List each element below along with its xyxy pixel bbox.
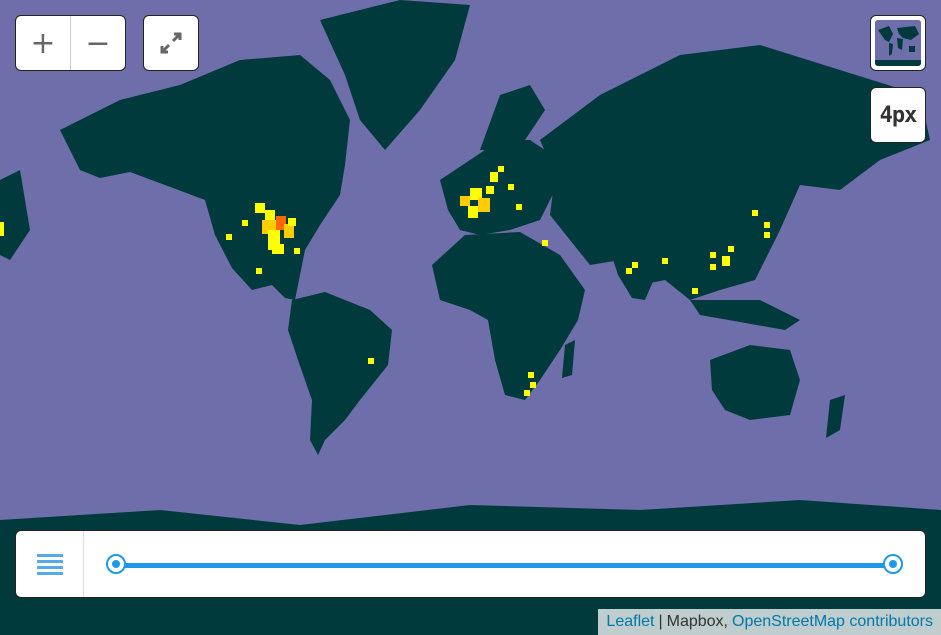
heatmap-cell <box>764 222 770 228</box>
heatmap-cell <box>728 246 734 252</box>
basemap-toggle-button[interactable] <box>870 15 926 71</box>
osm-link[interactable]: OpenStreetMap contributors <box>732 613 933 631</box>
heatmap-cell <box>524 390 530 396</box>
zoom-control: + − <box>15 15 126 71</box>
mapbox-credit: Mapbox, <box>666 613 728 630</box>
heatmap-cell <box>528 372 534 378</box>
timeline-slider[interactable] <box>84 531 925 597</box>
hamburger-menu-icon <box>36 554 63 575</box>
zoom-out-button[interactable]: − <box>70 16 125 70</box>
heatmap-cell <box>272 244 284 254</box>
heatmap-cell <box>486 186 494 194</box>
heatmap-cell <box>508 184 514 190</box>
heatmap-cell <box>0 222 4 236</box>
heatmap-cell <box>468 206 478 218</box>
heatmap-cell <box>255 203 265 213</box>
heatmap-cell <box>710 252 716 258</box>
heatmap-cell <box>256 268 262 274</box>
heatmap-cell <box>764 232 770 238</box>
timeline-menu-button[interactable] <box>16 531 84 597</box>
timeline-control <box>15 530 926 598</box>
heatmap-cell <box>692 288 698 294</box>
heatmap-cell <box>632 262 638 268</box>
leaflet-link[interactable]: Leaflet <box>606 613 654 631</box>
heatmap-cell <box>284 224 294 238</box>
heatmap-cell <box>265 210 275 220</box>
heatmap-cell <box>752 210 758 216</box>
attribution-separator: | <box>658 613 663 630</box>
attribution: Leaflet | Mapbox, OpenStreetMap contribu… <box>598 609 941 635</box>
heatmap-cell <box>662 258 668 264</box>
timeline-end-handle[interactable] <box>883 554 903 574</box>
fullscreen-button[interactable] <box>143 15 199 71</box>
heatmap-cell <box>626 268 632 274</box>
heatmap-cell <box>294 248 300 254</box>
heatmap-cell <box>516 204 522 210</box>
pixel-size-label: 4px <box>879 102 918 128</box>
heatmap-cell <box>242 220 248 226</box>
timeline-track[interactable] <box>116 563 893 568</box>
heatmap-cell <box>288 218 296 226</box>
heatmap-cell <box>460 196 470 206</box>
timeline-start-handle[interactable] <box>106 554 126 574</box>
heatmap-cell <box>226 234 232 240</box>
heatmap-cell <box>498 166 504 172</box>
heatmap-cell <box>490 172 498 182</box>
heatmap-cell <box>478 198 490 212</box>
heatmap-cell <box>530 382 536 388</box>
heatmap-cell <box>710 264 716 270</box>
heatmap-cell <box>368 358 374 364</box>
world-map-icon <box>875 20 921 66</box>
fullscreen-icon <box>160 32 182 54</box>
zoom-in-button[interactable]: + <box>16 16 70 70</box>
heatmap-cell <box>542 240 548 246</box>
pixel-size-button[interactable]: 4px <box>870 87 926 143</box>
heatmap-cell <box>722 256 730 266</box>
